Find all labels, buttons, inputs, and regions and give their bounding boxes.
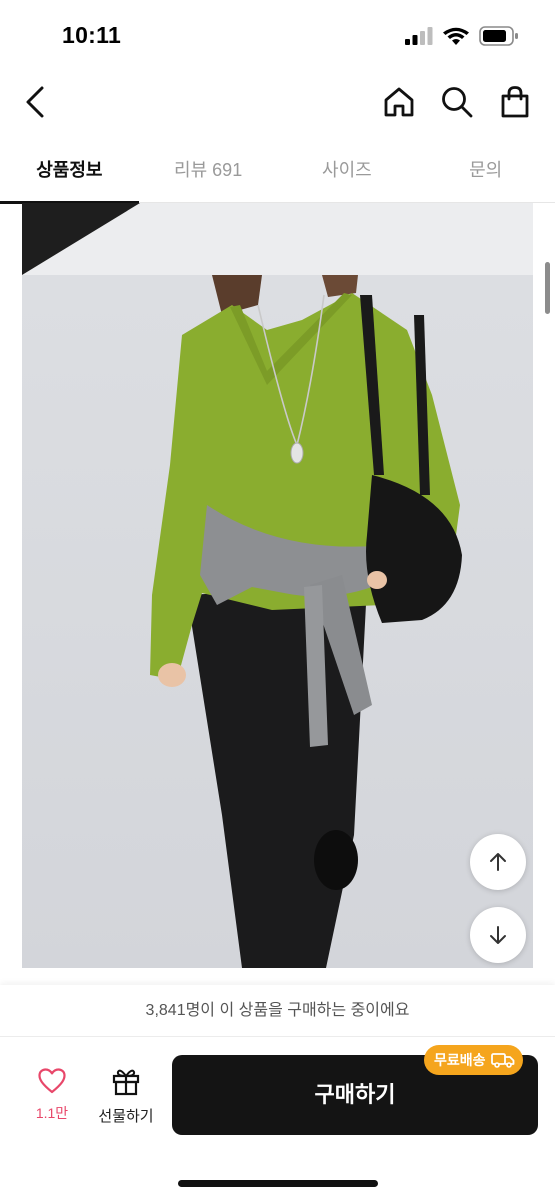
tab-reviews[interactable]: 리뷰 691 [139, 140, 278, 202]
search-icon [442, 87, 473, 118]
gift-icon [112, 1069, 140, 1096]
free-shipping-label: 무료배송 [434, 1052, 486, 1068]
arrow-up-icon [490, 853, 506, 871]
shopping-bag-icon [501, 86, 529, 118]
like-button[interactable]: 1.1만 [22, 1068, 82, 1132]
battery-icon [479, 26, 518, 46]
arrow-down-icon [490, 926, 506, 944]
gift-button[interactable]: 선물하기 [92, 1066, 160, 1132]
tab-inquiry[interactable]: 문의 [416, 140, 555, 202]
home-button[interactable] [381, 82, 417, 122]
back-button[interactable] [18, 82, 52, 122]
status-bar: 10:11 [0, 0, 555, 70]
wifi-icon [443, 27, 469, 45]
delivery-truck-icon [490, 1053, 514, 1068]
product-image-model [22, 275, 533, 968]
status-icons [405, 26, 519, 46]
gift-label: 선물하기 [98, 1108, 154, 1125]
previous-image-dark-corner [22, 203, 140, 275]
nav-bar [0, 70, 555, 134]
tab-size[interactable]: 사이즈 [278, 140, 417, 202]
free-shipping-badge: 무료배송 [424, 1045, 523, 1075]
home-indicator [178, 1180, 378, 1187]
scroll-down-button[interactable] [470, 907, 526, 963]
product-tabs: 상품정보 리뷰 691 사이즈 문의 [0, 140, 555, 204]
heart-icon [38, 1068, 66, 1094]
buyer-count-notice: 3,841명이 이 상품을 구매하는 중이에요 [0, 985, 555, 1037]
tab-product-info[interactable]: 상품정보 [0, 140, 139, 204]
cellular-signal-icon [405, 27, 433, 45]
like-count: 1.1만 [35, 1105, 69, 1121]
cart-button[interactable] [497, 82, 533, 122]
home-icon [384, 87, 414, 117]
chevron-left-icon [26, 86, 44, 118]
scroll-up-button[interactable] [470, 834, 526, 890]
model-photo-illustration [22, 275, 533, 968]
product-image-previous [22, 203, 533, 275]
scrollbar-thumb[interactable] [545, 262, 550, 314]
nav-actions [381, 82, 533, 122]
status-time: 10:11 [62, 22, 122, 48]
search-button[interactable] [439, 82, 475, 122]
